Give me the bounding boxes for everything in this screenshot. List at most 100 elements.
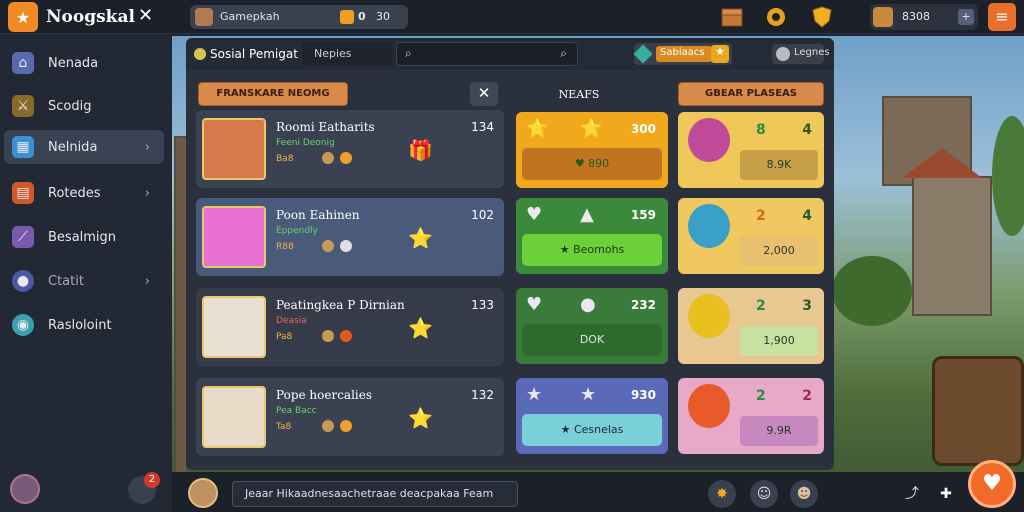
friend-score: 134 xyxy=(471,120,494,134)
star-gift-icon[interactable]: ⭐ xyxy=(408,406,433,430)
close-friends-button[interactable]: ✕ xyxy=(470,82,498,106)
friends-header-button[interactable]: FRANSKARE NEOMG xyxy=(198,82,348,106)
sidebar-item-label: Rasloloint xyxy=(48,317,112,333)
chat-avatar[interactable] xyxy=(188,478,218,508)
shield-icon[interactable] xyxy=(810,5,834,29)
friend-row[interactable]: Poon Eahinen Eppendly R88 ⭐ 102 xyxy=(196,198,504,276)
gem-icon xyxy=(873,7,893,27)
friend-row[interactable]: Roomi Eatharits Feeni Deonig Ba8 🎁 134 xyxy=(196,110,504,188)
friend-portrait xyxy=(202,118,266,180)
tree xyxy=(832,256,912,326)
offer-card[interactable]: 8 4 8.9K xyxy=(678,112,824,188)
gem-pill[interactable]: 8308 + xyxy=(870,4,978,30)
home-icon: ⌂ xyxy=(12,52,34,74)
player-name: Gamepkah xyxy=(220,10,280,23)
offer-price-button[interactable]: 2,000 xyxy=(740,236,818,266)
offer-price-button[interactable]: 8.9K xyxy=(740,150,818,180)
reward-card[interactable]: ♥ ● 232 DOK xyxy=(516,288,668,364)
offers-header-button[interactable]: GBEAR PLASEAS xyxy=(678,82,824,106)
reward-icon-secondary: ★ xyxy=(580,384,597,405)
sidebar-item-3[interactable]: ▤ Rotedes › xyxy=(4,176,164,210)
sidebar: ⌂ Nenada ⚔ Scodig ▦ Nelnida › ▤ Rotedes … xyxy=(0,34,172,512)
filter-search-icon[interactable]: ⌕ xyxy=(560,46,567,61)
currency-badge[interactable]: Sabiaacs ★ xyxy=(633,43,732,65)
reward-card[interactable]: ⭐ ⭐ 300 ♥ 890 xyxy=(516,112,668,188)
offer-stat-a: 2 xyxy=(756,388,766,404)
app-title: Noogskal xyxy=(46,7,135,27)
gem-value: 8308 xyxy=(902,10,930,23)
star-gift-icon[interactable]: ⭐ xyxy=(408,226,433,250)
chest-icon[interactable] xyxy=(720,5,744,29)
friend-level: Ta8 xyxy=(276,422,292,432)
sidebar-item-5[interactable]: ● Ctatit › xyxy=(4,264,164,298)
reward-icon-secondary: ⭐ xyxy=(580,118,603,139)
reward-value: 232 xyxy=(630,298,656,312)
tab-nepies[interactable]: Nepies xyxy=(302,42,392,66)
friend-name: Peatingkea P Dirnian xyxy=(276,298,405,312)
sidebar-item-1[interactable]: ⚔ Scodig xyxy=(4,89,164,123)
user-avatar[interactable] xyxy=(10,474,40,504)
share-icon[interactable]: ⤴ xyxy=(898,480,926,508)
star-gift-icon[interactable]: ⭐ xyxy=(408,316,433,340)
smile-icon xyxy=(340,420,352,432)
gift-icon[interactable]: 🎁 xyxy=(408,138,433,162)
gear-icon[interactable] xyxy=(764,5,788,29)
coin-icon xyxy=(322,152,334,164)
reward-claim-button[interactable]: DOK xyxy=(522,324,662,356)
globe-icon: ◉ xyxy=(12,314,34,336)
friend-status: Feeni Deonig xyxy=(276,138,335,148)
legend-pill[interactable]: Legnes xyxy=(772,44,830,64)
reward-icon-secondary: ● xyxy=(580,294,596,315)
player-pill[interactable]: Gamepkah 0 30 xyxy=(190,5,408,29)
creature-icon xyxy=(688,294,730,338)
offer-price-button[interactable]: 9.9R xyxy=(740,416,818,446)
coin-value: 0 xyxy=(358,10,366,23)
search-input[interactable]: ⌕ ⌕ xyxy=(396,42,578,66)
offer-card[interactable]: 2 4 2,000 xyxy=(678,198,824,274)
add-gems-button[interactable]: + xyxy=(958,9,974,25)
stone-building xyxy=(912,176,992,316)
sidebar-item-label: Ctatit xyxy=(48,273,84,289)
friend-row[interactable]: Peatingkea P Dirnian Deasia Pa8 ⭐ 133 xyxy=(196,288,504,366)
sidebar-item-0[interactable]: ⌂ Nenada xyxy=(4,46,164,80)
building-roof xyxy=(902,148,982,178)
ghost-icon[interactable]: ☺ xyxy=(750,480,778,508)
friend-status: Eppendly xyxy=(276,226,318,236)
friend-level: Ba8 xyxy=(276,154,294,164)
sidebar-item-6[interactable]: ◉ Rasloloint xyxy=(4,308,164,342)
offer-price-button[interactable]: 1,900 xyxy=(740,326,818,356)
sidebar-item-2[interactable]: ▦ Nelnida › xyxy=(4,130,164,164)
close-icon[interactable]: ✕ xyxy=(138,5,153,26)
friend-name: Roomi Eatharits xyxy=(276,120,375,134)
offer-stat-b: 4 xyxy=(802,122,812,138)
map-pin-icon: ● xyxy=(12,270,34,292)
menu-button[interactable]: ≡ xyxy=(988,3,1016,31)
offer-card[interactable]: 2 2 9.9R xyxy=(678,378,824,454)
friend-row[interactable]: Pope hoercalies Pea Bacc Ta8 ⭐ 132 xyxy=(196,378,504,456)
friend-score: 132 xyxy=(471,388,494,402)
friend-portrait xyxy=(202,296,266,358)
favorite-fab-button[interactable]: ♥ xyxy=(968,460,1016,508)
friend-level: R88 xyxy=(276,242,294,252)
app-logo-icon[interactable]: ★ xyxy=(8,2,38,32)
coin-icon xyxy=(322,420,334,432)
reward-card[interactable]: ♥ ▲ 159 ★ Beomohs xyxy=(516,198,668,274)
reward-value: 930 xyxy=(630,388,656,402)
profile-icon[interactable]: ☻ xyxy=(790,480,818,508)
chat-input[interactable]: Jeaar Hikaadnesaachetraae deacpakaa Feam xyxy=(232,481,518,507)
offer-stat-a: 8 xyxy=(756,122,766,138)
creature-icon xyxy=(688,204,730,248)
reward-claim-button[interactable]: ★ Beomohs xyxy=(522,234,662,266)
creature-icon xyxy=(688,384,730,428)
reward-claim-button[interactable]: ♥ 890 xyxy=(522,148,662,180)
reward-card[interactable]: ★ ★ 930 ★ Cesnelas xyxy=(516,378,668,454)
star-icon: ★ xyxy=(15,7,31,27)
sidebar-item-label: Nenada xyxy=(48,55,99,71)
sidebar-item-4[interactable]: ⟋ Besalmign xyxy=(4,220,164,254)
puzzle-icon[interactable]: ✚ xyxy=(932,480,960,508)
star-burst-icon[interactable]: ✸ xyxy=(708,480,736,508)
offer-stat-a: 2 xyxy=(756,208,766,224)
crystal-icon xyxy=(633,44,653,64)
offer-card[interactable]: 2 3 1,900 xyxy=(678,288,824,364)
reward-claim-button[interactable]: ★ Cesnelas xyxy=(522,414,662,446)
